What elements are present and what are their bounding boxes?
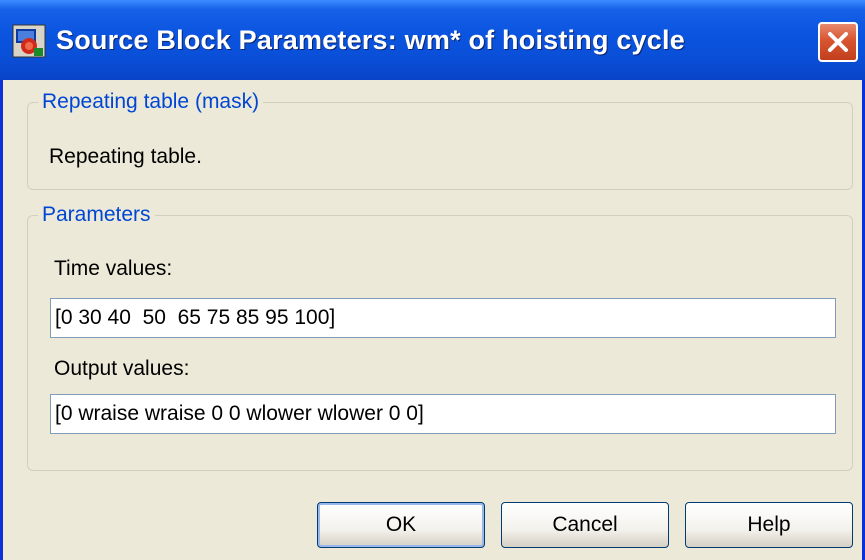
help-button[interactable]: Help	[685, 502, 853, 548]
close-button[interactable]	[818, 22, 858, 62]
ok-button[interactable]: OK	[317, 502, 485, 548]
output-values-label: Output values:	[54, 357, 190, 380]
mask-description-text: Repeating table.	[49, 145, 202, 168]
parameters-group-legend: Parameters	[42, 203, 151, 226]
cancel-button[interactable]: Cancel	[501, 502, 669, 548]
time-values-label: Time values:	[54, 257, 173, 280]
mask-description-group: Repeating table (mask)	[27, 90, 853, 190]
window-title: Source Block Parameters: wm* of hoisting…	[56, 25, 685, 55]
dialog-window: Source Block Parameters: wm* of hoisting…	[0, 0, 865, 560]
mask-group-legend: Repeating table (mask)	[42, 90, 260, 113]
time-values-input[interactable]	[50, 298, 836, 338]
simulink-block-icon	[12, 24, 46, 58]
close-icon	[828, 32, 848, 52]
output-values-input[interactable]	[50, 394, 836, 434]
title-bar[interactable]: Source Block Parameters: wm* of hoisting…	[0, 0, 865, 80]
